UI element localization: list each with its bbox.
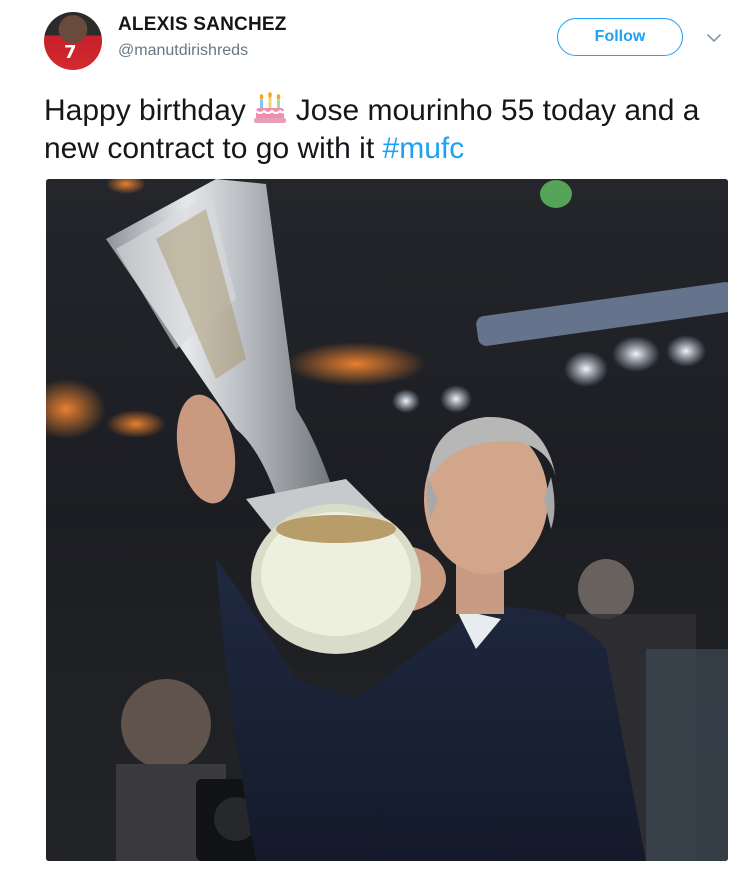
avatar-jersey-number: 7: [64, 42, 77, 63]
hashtag-link[interactable]: #mufc: [383, 132, 465, 165]
tweet-text: Happy birthday Jose mourinho 55 today an…: [44, 90, 734, 168]
avatar[interactable]: 7: [44, 12, 102, 70]
author-handle[interactable]: @manutdirishreds: [118, 42, 248, 60]
chevron-down-icon: [707, 33, 721, 42]
tweet-photo[interactable]: [46, 179, 728, 861]
follow-button[interactable]: Follow: [557, 18, 683, 56]
birthday-cake-icon: [253, 92, 286, 123]
author-name[interactable]: ALEXIS SANCHEZ: [118, 14, 287, 36]
more-options-button[interactable]: [704, 28, 724, 48]
tweet-text-part1: Happy birthday: [44, 94, 246, 127]
tweet-card: 7 ALEXIS SANCHEZ @manutdirishreds Follow…: [0, 0, 750, 877]
trophy-photo-illustration: [46, 179, 728, 861]
